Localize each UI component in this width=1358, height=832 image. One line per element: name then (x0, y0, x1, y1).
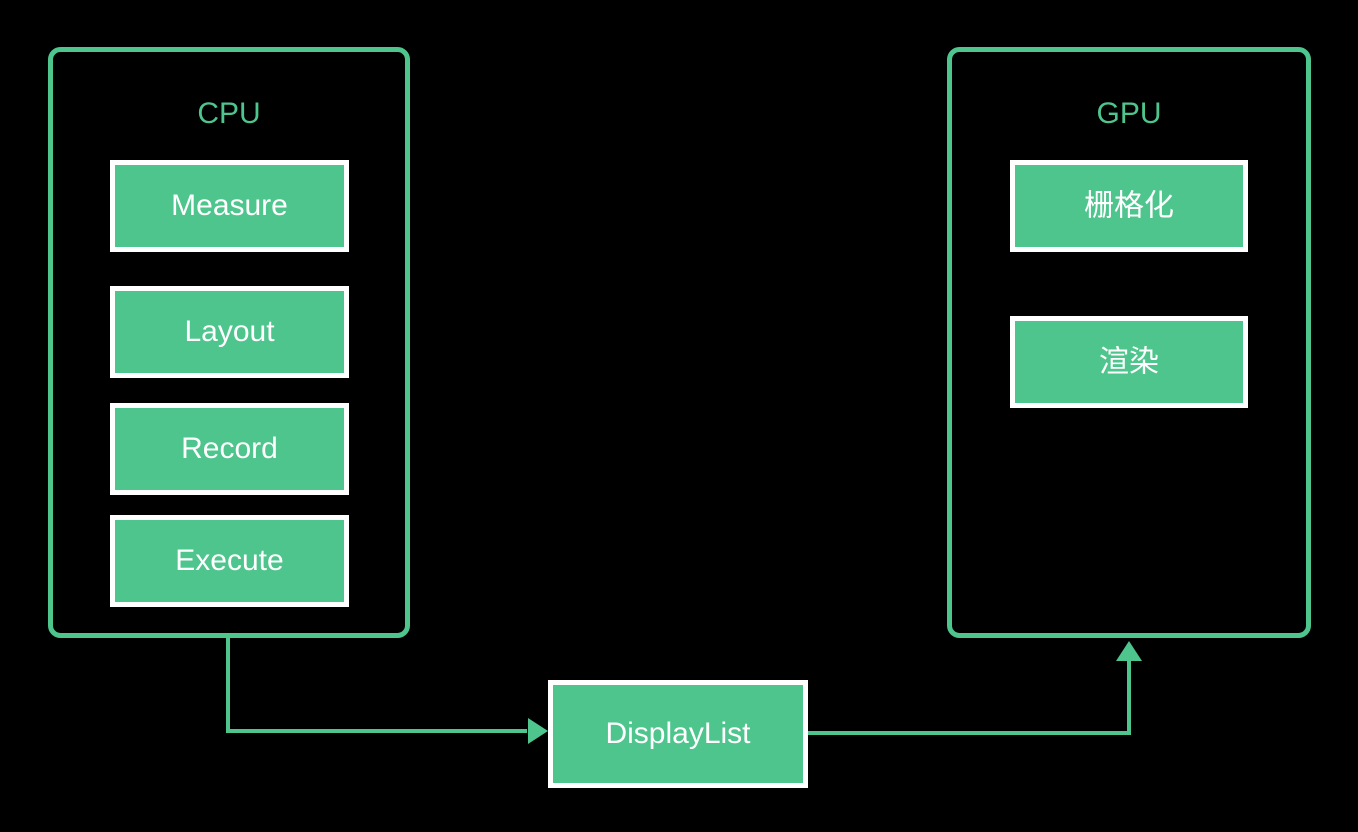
node-rasterize: 栅格化 (1010, 160, 1248, 252)
node-label-layout: Layout (184, 315, 275, 348)
node-label-measure: Measure (171, 189, 288, 222)
group-label-cpu: CPU (197, 97, 260, 130)
node-record: Record (110, 403, 349, 495)
group-label-gpu: GPU (1096, 97, 1161, 130)
node-render: 渲染 (1010, 316, 1248, 408)
node-label-record: Record (181, 432, 278, 465)
node-measure: Measure (110, 160, 349, 252)
node-layout: Layout (110, 286, 349, 378)
node-label-displaylist: DisplayList (605, 717, 751, 750)
standalone-nodes-layer: DisplayList (548, 680, 808, 788)
node-label-rasterize: 栅格化 (1084, 189, 1174, 224)
diagram-canvas: CPU Measure Layout Record Execute GPU 栅格化渲染 Di… (0, 0, 1358, 832)
architecture-diagram: CPU Measure Layout Record Execute GPU 栅格化渲染 Di… (0, 0, 1358, 832)
node-label-render: 渲染 (1099, 345, 1159, 380)
node-label-execute: Execute (175, 544, 283, 577)
node-execute: Execute (110, 515, 349, 607)
node-displaylist: DisplayList (548, 680, 808, 788)
